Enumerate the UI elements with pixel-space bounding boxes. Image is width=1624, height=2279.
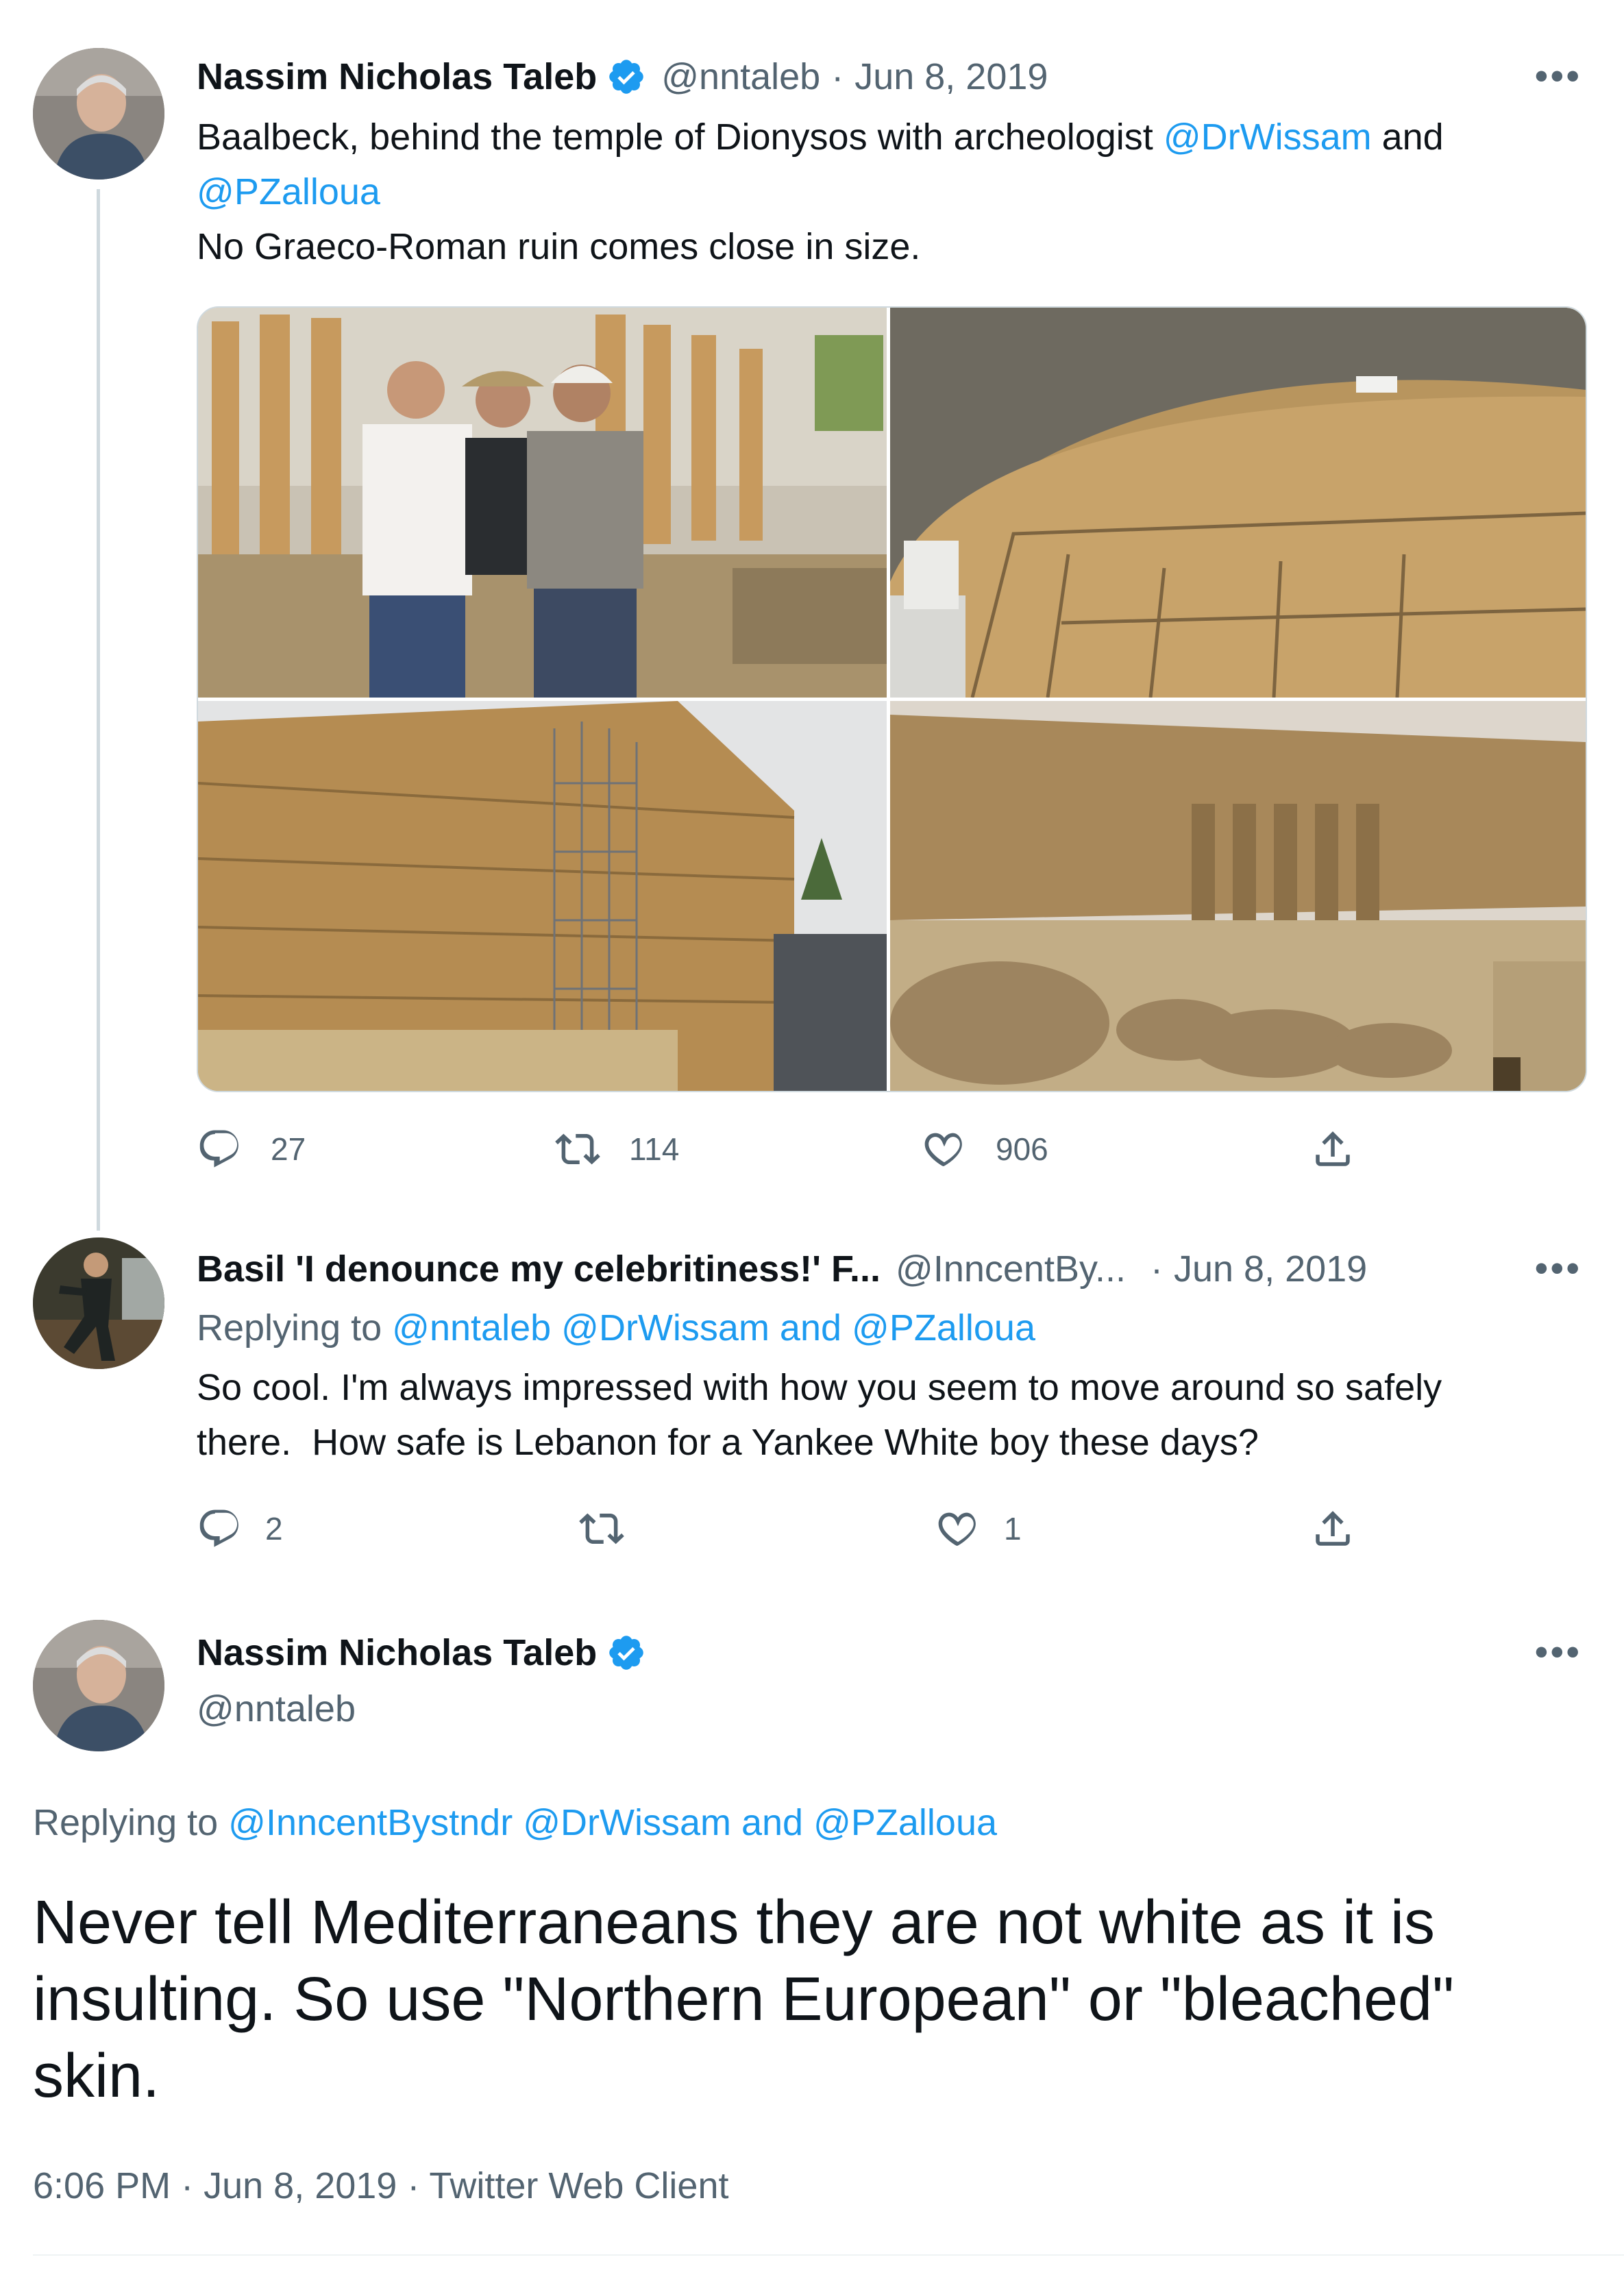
replying-to-label: Replying to — [33, 1802, 229, 1843]
reply-mentions[interactable]: @InncentBystndr @DrWissam and @PZalloua — [228, 1802, 997, 1843]
reply-mentions[interactable]: @nntaleb @DrWissam and @PZalloua — [392, 1307, 1035, 1348]
more-options-icon[interactable]: ••• — [1535, 1247, 1582, 1290]
tweet2-replying: Replying to @nntaleb @DrWissam and @PZal… — [197, 1301, 1035, 1355]
like-button[interactable]: 906 — [922, 1126, 1048, 1172]
text-line: No Graeco-Roman ruin comes close in size… — [197, 226, 921, 267]
avatar-image — [33, 1237, 164, 1369]
photo-2[interactable] — [890, 308, 1586, 698]
retweet-button[interactable] — [579, 1506, 653, 1551]
avatar-taleb[interactable] — [33, 1620, 164, 1751]
mention-drwissam[interactable]: @DrWissam — [1164, 116, 1372, 158]
tweet3-header: Nassim Nicholas Taleb — [197, 1625, 646, 1680]
tweet3-replying: Replying to @InncentBystndr @DrWissam an… — [33, 1795, 997, 1850]
divider — [33, 2254, 1624, 2256]
tweet2-header: Basil 'I denounce my celebritiness!' F..… — [197, 1242, 1367, 1296]
tweet-meta[interactable]: 6:06 PM · Jun 8, 2019 · Twitter Web Clie… — [33, 2158, 728, 2213]
tweet-date[interactable]: Jun 8, 2019 — [1174, 1248, 1367, 1290]
tweet1-text: Baalbeck, behind the temple of Dionysos … — [197, 110, 1601, 274]
tweet2-text: So cool. I'm always impressed with how y… — [197, 1360, 1601, 1470]
retweet-button[interactable]: 114 — [555, 1126, 679, 1172]
photo-4[interactable] — [890, 701, 1586, 1091]
verified-badge-icon — [606, 57, 646, 97]
author-handle[interactable]: @InncentBy... — [896, 1248, 1126, 1290]
reply-count: 27 — [271, 1131, 306, 1167]
thread-line — [97, 189, 100, 1231]
more-options-icon[interactable]: ••• — [1535, 55, 1582, 97]
avatar-image — [33, 1620, 164, 1751]
avatar-taleb[interactable] — [33, 48, 164, 180]
reply-icon — [199, 1130, 238, 1168]
reply-button[interactable]: 2 — [197, 1506, 283, 1551]
author-name[interactable]: Nassim Nicholas Taleb — [197, 56, 597, 98]
share-button[interactable] — [1310, 1506, 1355, 1551]
tweet3-text: Never tell Mediterraneans they are not w… — [33, 1884, 1595, 2115]
retweet-icon — [579, 1513, 624, 1544]
reply-count: 2 — [265, 1511, 283, 1547]
share-button[interactable] — [1310, 1126, 1355, 1172]
tweet1-header: Nassim Nicholas Taleb @nntaleb · Jun 8, … — [197, 49, 1048, 104]
author-name[interactable]: Nassim Nicholas Taleb — [197, 1631, 597, 1674]
heart-icon — [938, 1512, 976, 1546]
reply-icon — [199, 1510, 238, 1547]
author-handle[interactable]: @nntaleb — [197, 1681, 356, 1736]
separator-dot: · — [831, 56, 844, 97]
heart-icon — [924, 1133, 962, 1166]
share-icon — [1316, 1511, 1350, 1546]
retweet-icon — [555, 1133, 600, 1165]
separator-dot: · — [1150, 1248, 1163, 1290]
text-line: insulting. So use "Northern European" or… — [33, 1965, 1455, 2034]
text-line: Baalbeck, behind the temple of Dionysos … — [197, 116, 1164, 158]
avatar-basil[interactable] — [33, 1237, 164, 1369]
text-line: Never tell Mediterraneans they are not w… — [33, 1888, 1435, 1957]
photo-1[interactable] — [198, 308, 887, 698]
retweet-count: 114 — [629, 1131, 680, 1167]
text-line: So cool. I'm always impressed with how y… — [197, 1367, 1442, 1408]
author-handle[interactable]: @nntaleb — [661, 56, 820, 98]
like-button[interactable]: 1 — [935, 1506, 1022, 1551]
replying-to-label: Replying to — [197, 1307, 393, 1348]
text-and: and — [1371, 116, 1444, 158]
author-name[interactable]: Basil 'I denounce my celebritiness!' F..… — [197, 1248, 881, 1290]
text-line: there. How safe is Lebanon for a Yankee … — [197, 1422, 1259, 1463]
verified-badge-icon — [606, 1633, 646, 1673]
tweet-date[interactable]: Jun 8, 2019 — [854, 56, 1048, 98]
reply-button[interactable]: 27 — [197, 1126, 306, 1172]
like-count: 1 — [1004, 1511, 1022, 1547]
like-count: 906 — [996, 1131, 1048, 1167]
text-line: skin. — [33, 2042, 160, 2110]
avatar-image — [33, 48, 164, 180]
photo-3[interactable] — [198, 701, 887, 1091]
mention-pzalloua[interactable]: @PZalloua — [197, 171, 380, 212]
photo-grid — [197, 306, 1587, 1092]
share-icon — [1316, 1131, 1350, 1166]
more-options-icon[interactable]: ••• — [1535, 1631, 1582, 1673]
